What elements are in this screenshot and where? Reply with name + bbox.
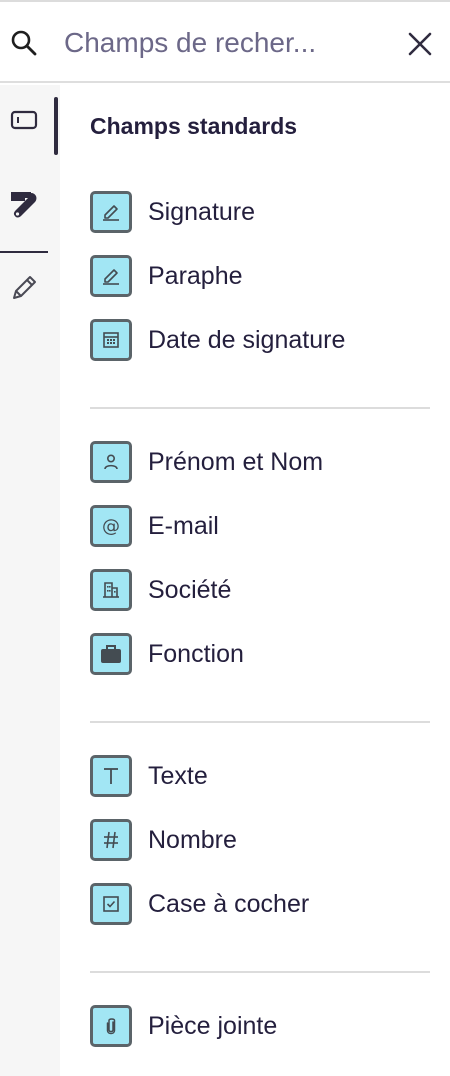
text-icon bbox=[90, 755, 132, 797]
initials-icon bbox=[90, 255, 132, 297]
rail-divider bbox=[0, 251, 48, 253]
tab-draw[interactable] bbox=[0, 259, 48, 317]
field-label: Société bbox=[148, 575, 232, 604]
group-divider bbox=[90, 971, 430, 973]
field-label: Prénom et Nom bbox=[148, 447, 324, 476]
field-item-checkbox[interactable]: Case à cocher bbox=[90, 882, 430, 926]
field-label: Pièce jointe bbox=[148, 1011, 278, 1040]
fields-panel: Champs standards Signature Paraphe Date … bbox=[60, 85, 450, 1076]
field-item-signature[interactable]: Signature bbox=[90, 190, 430, 234]
group-divider bbox=[90, 407, 430, 409]
at-icon: @ bbox=[90, 505, 132, 547]
field-label: Date de signature bbox=[148, 325, 346, 354]
checkbox-icon bbox=[90, 883, 132, 925]
field-label: Case à cocher bbox=[148, 889, 310, 918]
tab-standard-fields[interactable] bbox=[0, 91, 48, 149]
tab-tools[interactable] bbox=[0, 175, 48, 233]
field-label: Fonction bbox=[148, 639, 244, 668]
paperclip-icon bbox=[90, 1005, 132, 1047]
pencil-icon bbox=[13, 276, 36, 299]
field-label: Paraphe bbox=[148, 261, 243, 290]
field-item-company[interactable]: Société bbox=[90, 568, 430, 612]
hash-icon bbox=[90, 819, 132, 861]
person-icon bbox=[90, 441, 132, 483]
field-item-text[interactable]: Texte bbox=[90, 754, 430, 798]
field-item-date-signature[interactable]: Date de signature bbox=[90, 318, 430, 362]
close-icon[interactable] bbox=[404, 28, 436, 60]
search-bar bbox=[0, 2, 450, 83]
briefcase-icon bbox=[90, 633, 132, 675]
field-item-paraphe[interactable]: Paraphe bbox=[90, 254, 430, 298]
field-item-number[interactable]: Nombre bbox=[90, 818, 430, 862]
search-icon bbox=[11, 30, 37, 56]
active-tab-indicator bbox=[54, 97, 58, 155]
field-icon bbox=[10, 110, 38, 130]
field-label: Signature bbox=[148, 197, 256, 226]
signature-icon bbox=[90, 191, 132, 233]
section-title: Champs standards bbox=[90, 113, 298, 139]
sidebar-rail bbox=[0, 85, 60, 1076]
search-input[interactable] bbox=[64, 22, 394, 64]
calendar-icon bbox=[90, 319, 132, 361]
field-label: Texte bbox=[148, 761, 208, 790]
group-divider bbox=[90, 721, 430, 723]
svg-text:@: @ bbox=[102, 516, 120, 537]
field-item-attachment[interactable]: Pièce jointe bbox=[90, 1004, 430, 1048]
field-item-email[interactable]: @ E-mail bbox=[90, 504, 430, 548]
tools-icon bbox=[11, 192, 37, 218]
building-icon bbox=[90, 569, 132, 611]
field-label: E-mail bbox=[148, 511, 219, 540]
field-item-full-name[interactable]: Prénom et Nom bbox=[90, 440, 430, 484]
field-item-function[interactable]: Fonction bbox=[90, 632, 430, 676]
field-label: Nombre bbox=[148, 825, 237, 854]
